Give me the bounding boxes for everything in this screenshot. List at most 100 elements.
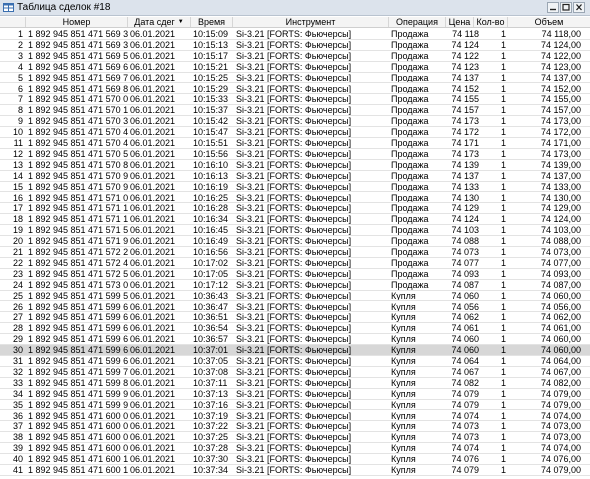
table-row[interactable]: 40 1 892 945 851 471 600 116 06.01.2021 10:… — [0, 454, 590, 465]
row-number-cell: 20 — [12, 236, 23, 246]
header-number[interactable]: Номер — [26, 17, 128, 27]
quantity-cell: 1 — [500, 29, 506, 39]
header-operation[interactable]: Операция — [389, 17, 446, 27]
instrument-cell: Si-3.21 [FORTS: Фьючерсы] — [236, 290, 352, 301]
table-header: Номер Дата сдег ▼ Время Инструмент Операц… — [0, 17, 590, 28]
title-bar[interactable]: Таблица сделок #18 — [0, 0, 590, 16]
close-button[interactable] — [573, 2, 585, 13]
table-row[interactable]: 37 1 892 945 851 471 600 030 06.01.2021 10:… — [0, 421, 590, 433]
header-price[interactable]: Цена — [446, 17, 474, 27]
table-row[interactable]: 30 1 892 945 851 471 599 682 06.01.2021 10:… — [0, 345, 590, 356]
table-row[interactable]: 21 1 892 945 851 471 572 264 06.01.2021 10:… — [0, 247, 590, 258]
trade-number-cell: 1 892 945 851 471 570 063 — [28, 94, 128, 105]
quantity-cell: 1 — [500, 257, 506, 268]
table-row[interactable]: 7 1 892 945 851 471 570 063 06.01.2021 10:1… — [0, 94, 590, 106]
table-row[interactable]: 10 1 892 945 851 471 570 429 06.01.2021 10:… — [0, 127, 590, 138]
table-row[interactable]: 22 1 892 945 851 471 572 457 06.01.2021 10:… — [0, 258, 590, 269]
table-row[interactable]: 6 1 892 945 851 471 569 860 06.01.2021 10:1… — [0, 84, 590, 95]
trade-number-cell: 1 892 945 851 471 569 389 — [28, 39, 128, 50]
trade-number-cell: 1 892 945 851 471 600 016 — [28, 410, 128, 421]
header-instrument[interactable]: Инструмент — [233, 17, 389, 27]
table-icon — [3, 3, 14, 12]
table-row[interactable]: 24 1 892 945 851 471 573 020 06.01.2021 10:… — [0, 280, 590, 291]
row-number-cell: 7 — [17, 94, 23, 105]
table-row[interactable]: 11 1 892 945 851 471 570 470 06.01.2021 10:… — [0, 138, 590, 149]
table-row[interactable]: 26 1 892 945 851 471 599 604 06.01.2021 10:… — [0, 302, 590, 313]
table-row[interactable]: 36 1 892 945 851 471 600 016 06.01.2021 10:… — [0, 411, 590, 422]
table-row[interactable]: 31 1 892 945 851 471 599 697 06.01.2021 10:… — [0, 356, 590, 367]
table-row[interactable]: 41 1 892 945 851 471 600 154 06.01.2021 10:… — [0, 465, 590, 476]
table-row[interactable]: 12 1 892 945 851 471 570 537 06.01.2021 10:… — [0, 149, 590, 160]
table-row[interactable]: 23 1 892 945 851 471 572 585 06.01.2021 10:… — [0, 269, 590, 280]
table-row[interactable]: 14 1 892 945 851 471 570 900 06.01.2021 10:… — [0, 171, 590, 182]
table-row[interactable]: 27 1 892 945 851 471 599 619 06.01.2021 10:… — [0, 312, 590, 324]
trade-date-cell: 06.01.2021 — [130, 83, 176, 94]
quantity-cell: 1 — [500, 377, 506, 388]
quantity-cell: 1 — [500, 214, 506, 225]
header-volume[interactable]: Объем — [508, 17, 590, 27]
instrument-cell: Si-3.21 [FORTS: Фьючерсы] — [236, 454, 352, 464]
table-row[interactable]: 35 1 892 945 851 471 599 976 06.01.2021 10:… — [0, 400, 590, 411]
table-row[interactable]: 29 1 892 945 851 471 599 640 06.01.2021 10:… — [0, 334, 590, 346]
header-date[interactable]: Дата сдег ▼ — [128, 17, 191, 27]
table-row[interactable]: 13 1 892 945 851 471 570 872 06.01.2021 10:… — [0, 160, 590, 171]
table-row[interactable]: 34 1 892 945 851 471 599 930 06.01.2021 10:… — [0, 389, 590, 400]
trade-time-cell: 10:37:25 — [193, 432, 229, 443]
table-row[interactable]: 28 1 892 945 851 471 599 631 06.01.2021 10:… — [0, 323, 590, 335]
trade-date-cell: 06.01.2021 — [130, 247, 176, 257]
operation-cell: Продажа — [391, 170, 429, 181]
price-cell: 74 073 — [451, 421, 479, 432]
table-row[interactable]: 39 1 892 945 851 471 600 066 06.01.2021 10:… — [0, 443, 590, 455]
table-row[interactable]: 19 1 892 945 851 471 571 584 06.01.2021 10:… — [0, 225, 590, 237]
trade-time-cell: 10:17:05 — [193, 268, 229, 279]
volume-cell: 74 079,00 — [540, 399, 581, 410]
row-number-cell: 31 — [12, 356, 23, 366]
trade-time-cell: 10:15:42 — [193, 116, 229, 127]
table-row[interactable]: 33 1 892 945 851 471 599 890 06.01.2021 10:… — [0, 378, 590, 389]
table-row[interactable]: 1 1 892 945 851 471 569 338 06.01.2021 10:1… — [0, 29, 590, 40]
table-row[interactable]: 3 1 892 945 851 471 569 507 06.01.2021 10:1… — [0, 51, 590, 62]
operation-cell: Продажа — [391, 159, 429, 170]
operation-cell: Продажа — [391, 268, 429, 279]
row-number-cell: 6 — [17, 83, 23, 94]
row-number-cell: 10 — [12, 127, 23, 137]
trade-time-cell: 10:15:17 — [193, 50, 229, 61]
operation-cell: Продажа — [391, 105, 429, 116]
table-row[interactable]: 2 1 892 945 851 471 569 389 06.01.2021 10:1… — [0, 40, 590, 51]
trade-date-cell: 06.01.2021 — [130, 127, 176, 137]
table-row[interactable]: 25 1 892 945 851 471 599 582 06.01.2021 10:… — [0, 291, 590, 302]
operation-cell: Продажа — [391, 247, 429, 257]
trade-date-cell: 06.01.2021 — [130, 214, 176, 225]
row-number-cell: 24 — [12, 279, 23, 290]
table-row[interactable]: 20 1 892 945 851 471 571 968 06.01.2021 10:… — [0, 236, 590, 247]
table-row[interactable]: 4 1 892 945 851 471 569 651 06.01.2021 10:1… — [0, 62, 590, 73]
instrument-cell: Si-3.21 [FORTS: Фьючерсы] — [236, 465, 352, 475]
trade-number-cell: 1 892 945 851 471 569 507 — [28, 50, 128, 61]
table-row[interactable]: 15 1 892 945 851 471 570 947 06.01.2021 10:… — [0, 182, 590, 193]
table-row[interactable]: 5 1 892 945 851 471 569 737 06.01.2021 10:1… — [0, 73, 590, 84]
trade-date-cell: 06.01.2021 — [130, 410, 176, 421]
price-cell: 74 103 — [451, 225, 479, 236]
header-time[interactable]: Время — [191, 17, 233, 27]
trade-date-cell: 06.01.2021 — [130, 454, 176, 464]
row-number-cell: 14 — [12, 170, 23, 181]
minimize-button[interactable] — [547, 2, 559, 13]
table-row[interactable]: 32 1 892 945 851 471 599 725 06.01.2021 10:… — [0, 367, 590, 378]
table-row[interactable]: 38 1 892 945 851 471 600 049 06.01.2021 10:… — [0, 432, 590, 444]
operation-cell: Продажа — [391, 83, 429, 94]
window-title: Таблица сделок #18 — [17, 2, 111, 13]
table-row[interactable]: 9 1 892 945 851 471 570 338 06.01.2021 10:1… — [0, 116, 590, 128]
volume-cell: 74 073,00 — [540, 247, 581, 257]
trade-date-cell: 06.01.2021 — [130, 290, 176, 301]
table-row[interactable]: 18 1 892 945 851 471 571 180 06.01.2021 10:… — [0, 214, 590, 226]
header-qty[interactable]: Кол-во — [474, 17, 508, 27]
price-cell: 74 155 — [451, 94, 479, 105]
quantity-cell: 1 — [500, 356, 506, 366]
quantity-cell: 1 — [500, 236, 506, 246]
maximize-button[interactable] — [560, 2, 572, 13]
trade-time-cell: 10:15:47 — [193, 127, 229, 137]
quantity-cell: 1 — [500, 312, 506, 323]
table-row[interactable]: 16 1 892 945 851 471 571 038 06.01.2021 10:… — [0, 193, 590, 204]
table-row[interactable]: 8 1 892 945 851 471 570 177 06.01.2021 10:1… — [0, 105, 590, 117]
table-row[interactable]: 17 1 892 945 851 471 571 101 06.01.2021 10:… — [0, 203, 590, 215]
